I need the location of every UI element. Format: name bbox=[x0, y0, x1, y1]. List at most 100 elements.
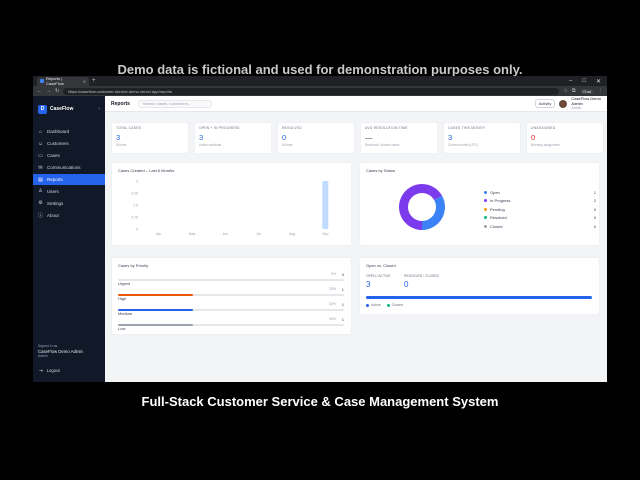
user-menu[interactable]: CaseFlow Demo Admin Admin bbox=[571, 96, 601, 110]
stat-card: Total Cases 3 All time bbox=[111, 122, 189, 154]
maximize-icon[interactable]: □ bbox=[582, 78, 586, 85]
y-tick-label: 0.75 bbox=[131, 216, 138, 220]
legend-dot-icon bbox=[484, 224, 487, 228]
cases-created-card: Cases Created – Last 6 Months 3 2.25 1.5 0.… bbox=[111, 162, 352, 246]
video-frame: Demo data is fictional and used for demo… bbox=[0, 0, 640, 480]
legend-count: 1 bbox=[593, 190, 596, 195]
folder-icon: ▭ bbox=[38, 152, 43, 159]
priority-count: 1 bbox=[341, 287, 344, 292]
forward-icon[interactable]: → bbox=[46, 88, 51, 94]
logout-button[interactable]: ⇥ Logout bbox=[39, 368, 60, 374]
stat-label: Cases This Month bbox=[448, 126, 485, 130]
brand-name: CaseFlow bbox=[50, 106, 74, 112]
bar-sep[interactable] bbox=[322, 181, 329, 229]
legend-active: Active bbox=[366, 303, 381, 307]
x-tick-label: Jun bbox=[223, 232, 229, 236]
activity-button[interactable]: Activity bbox=[534, 99, 556, 108]
collapse-sidebar-icon[interactable]: ‹ bbox=[98, 106, 100, 112]
search-input[interactable]: Search cases, customers... bbox=[137, 99, 212, 108]
sidebar-item-customers[interactable]: ☺ Customers bbox=[33, 138, 105, 150]
x-tick-label: Sep bbox=[322, 232, 328, 236]
address-bar: ← → ↻ https://caseflow-customer-service-… bbox=[33, 86, 607, 96]
bookmark-star-icon[interactable]: ☆ bbox=[563, 88, 567, 94]
url-field[interactable]: https://caseflow-customer-service-demo.v… bbox=[63, 87, 560, 95]
top-bar: Reports Search cases, customers... Activ… bbox=[105, 96, 607, 112]
stat-label: Avg Resolution Time bbox=[365, 126, 408, 130]
disclaimer-caption: Demo data is fictional and used for demo… bbox=[117, 62, 523, 77]
legend-closed: Closed bbox=[386, 303, 403, 307]
brand: D CaseFlow ‹ bbox=[33, 96, 105, 122]
sidebar-item-dashboard[interactable]: ⌂ Dashboard bbox=[33, 126, 105, 138]
open-active-value: 3 bbox=[366, 280, 371, 289]
open-closed-fill bbox=[366, 296, 592, 299]
priority-percent: 0% bbox=[330, 272, 336, 276]
x-tick-label: Jul bbox=[256, 232, 261, 236]
legend-row: Closed 0 bbox=[484, 224, 596, 229]
legend-label: In Progress bbox=[490, 198, 511, 204]
sidebar-item-users[interactable]: ♙ Users bbox=[33, 185, 105, 197]
priority-name: High bbox=[118, 296, 127, 301]
signed-in-info: Signed in as CaseFlow Demo Admin Admin bbox=[38, 344, 83, 359]
minimize-icon[interactable]: – bbox=[569, 78, 572, 85]
y-tick-label: 0 bbox=[136, 228, 138, 232]
sidebar-item-cases[interactable]: ▭ Cases bbox=[33, 150, 105, 162]
close-tab-icon[interactable]: ✕ bbox=[83, 79, 86, 84]
priority-count: 0 bbox=[341, 272, 344, 277]
extensions-icon[interactable]: ⧉ bbox=[572, 88, 576, 94]
chat-button[interactable]: Chat bbox=[579, 88, 594, 94]
sidebar-item-reports[interactable]: ▤ Reports bbox=[33, 173, 105, 186]
priority-row: Low 33% 1 bbox=[118, 317, 344, 335]
priority-track bbox=[118, 324, 344, 326]
stat-sub: Active workload bbox=[199, 143, 222, 147]
priority-name: Urgent bbox=[118, 281, 131, 286]
legend-label: Open bbox=[490, 190, 500, 195]
legend-label: Pending bbox=[490, 206, 505, 212]
browser-tab[interactable]: Reports | CaseFlow ✕ bbox=[37, 76, 89, 86]
sidebar-item-communications[interactable]: ✉ Communications bbox=[33, 162, 105, 174]
logout-label: Logout bbox=[46, 368, 60, 373]
sidebar-item-label: Customers bbox=[47, 141, 69, 147]
legend-dot-icon bbox=[484, 207, 487, 211]
users-icon: ☺ bbox=[38, 140, 44, 147]
legend-row: In Progress 2 bbox=[484, 198, 596, 203]
priority-percent: 33% bbox=[328, 287, 336, 291]
avatar[interactable] bbox=[559, 99, 568, 108]
y-tick-label: 1.5 bbox=[133, 204, 138, 208]
favicon-icon bbox=[40, 79, 44, 83]
stat-sub: All time bbox=[282, 143, 293, 147]
cases-by-status-chart bbox=[399, 184, 445, 231]
menu-icon[interactable]: ⋮ bbox=[598, 88, 603, 94]
stat-value: 0 bbox=[531, 133, 536, 142]
tab-title: Reports | CaseFlow bbox=[45, 76, 64, 86]
open-closed-track bbox=[366, 296, 592, 299]
reload-icon[interactable]: ↻ bbox=[55, 88, 59, 94]
priority-name: Low bbox=[118, 326, 126, 331]
stat-label: Resolved bbox=[282, 126, 302, 130]
priority-fill bbox=[118, 324, 194, 326]
stat-sub: Current month (UTC) bbox=[448, 143, 478, 147]
legend-label: Resolved bbox=[490, 215, 507, 221]
stat-card: Avg Resolution Time — Resolved / closed … bbox=[360, 122, 438, 154]
priority-name: Medium bbox=[118, 311, 133, 316]
new-tab-icon[interactable]: + bbox=[92, 78, 96, 84]
stat-label: Total Cases bbox=[116, 126, 142, 130]
browser-window: Reports | CaseFlow ✕ + – □ ✕ ← → ↻ https… bbox=[33, 76, 607, 382]
sidebar-item-about[interactable]: ⓘ About bbox=[33, 209, 105, 221]
stat-card: Unassigned 0 Needing assignment bbox=[526, 122, 604, 154]
main-content: Reports Search cases, customers... Activ… bbox=[105, 96, 607, 382]
user-icon: ♙ bbox=[38, 188, 43, 195]
back-icon[interactable]: ← bbox=[37, 88, 42, 94]
slice-open[interactable] bbox=[422, 195, 445, 231]
open-vs-closed-title: Open vs. Closed bbox=[366, 263, 396, 268]
open-vs-closed-card: Open vs. Closed Open / Active 3 Resolved… bbox=[359, 257, 600, 315]
y-tick-label: 2.25 bbox=[131, 192, 138, 196]
sidebar-item-settings[interactable]: ⚙ Settings bbox=[33, 197, 105, 209]
close-window-icon[interactable]: ✕ bbox=[596, 78, 601, 85]
stat-label: Unassigned bbox=[531, 126, 556, 130]
cases-by-priority-card: Cases by Priority Urgent 0% 0 High 33% 1… bbox=[111, 257, 352, 335]
stat-card: Open + In Progress 3 Active workload bbox=[194, 122, 272, 154]
stat-label: Open + In Progress bbox=[199, 126, 240, 130]
sidebar-item-label: Users bbox=[47, 188, 59, 194]
stat-value: 3 bbox=[199, 133, 204, 142]
stat-value: 3 bbox=[116, 133, 121, 142]
